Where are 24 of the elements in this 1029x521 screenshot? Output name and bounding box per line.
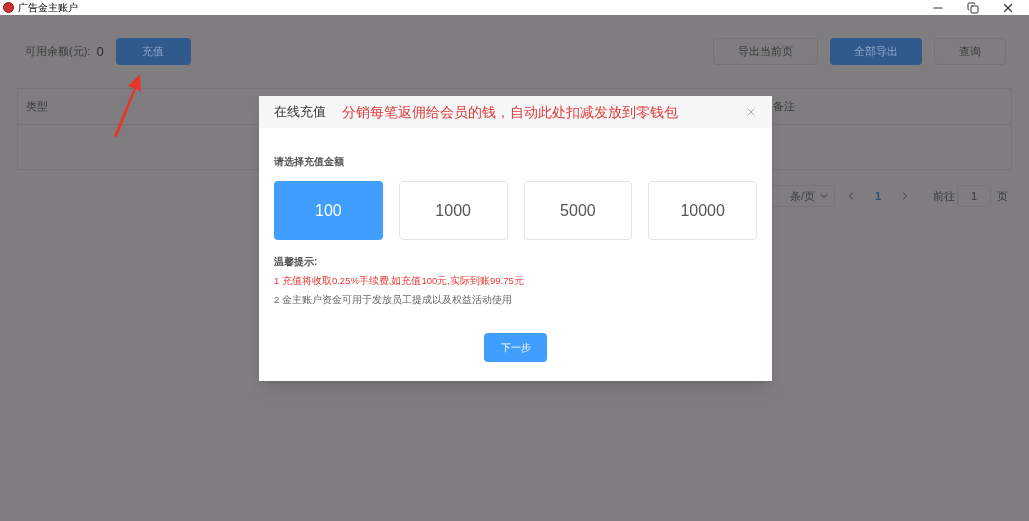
- amount-option[interactable]: 1000: [398, 181, 508, 240]
- goto-label: 前往: [933, 188, 955, 204]
- dialog-title: 在线充值: [274, 103, 326, 122]
- next-step-button[interactable]: 下一步: [484, 332, 547, 362]
- tips-title: 温馨提示:: [274, 255, 319, 269]
- action-button[interactable]: 全部导出: [830, 38, 922, 65]
- window-title: 广告金主账户: [18, 2, 78, 13]
- balance-value: 0: [96, 42, 104, 61]
- column-header: 备注: [773, 99, 795, 115]
- amount-option[interactable]: 5000: [523, 181, 633, 240]
- amount-option[interactable]: 10000: [648, 181, 757, 240]
- recharge-button[interactable]: 充值: [115, 38, 191, 65]
- app-logo-icon: [3, 2, 14, 13]
- action-button[interactable]: 查询: [934, 38, 1006, 65]
- page-number[interactable]: 1: [866, 187, 889, 205]
- annotation-text: 分销每笔返佣给会员的钱，自动此处扣减发放到零钱包: [342, 102, 678, 122]
- amount-option[interactable]: 100: [274, 181, 383, 240]
- tip-text: 1 充值将收取0.25%手续费,如充值100元,实际到账99.75元: [274, 274, 525, 288]
- restore-icon[interactable]: [967, 1, 979, 14]
- tip-text: 2 金主账户资金可用于发放员工提成以及权益活动使用: [274, 293, 513, 308]
- goto-page-field[interactable]: 1: [957, 185, 991, 207]
- amount-prompt: 请选择充值金额: [274, 155, 345, 169]
- page-suffix: 页: [997, 188, 1008, 204]
- column-header: 类型: [26, 99, 48, 115]
